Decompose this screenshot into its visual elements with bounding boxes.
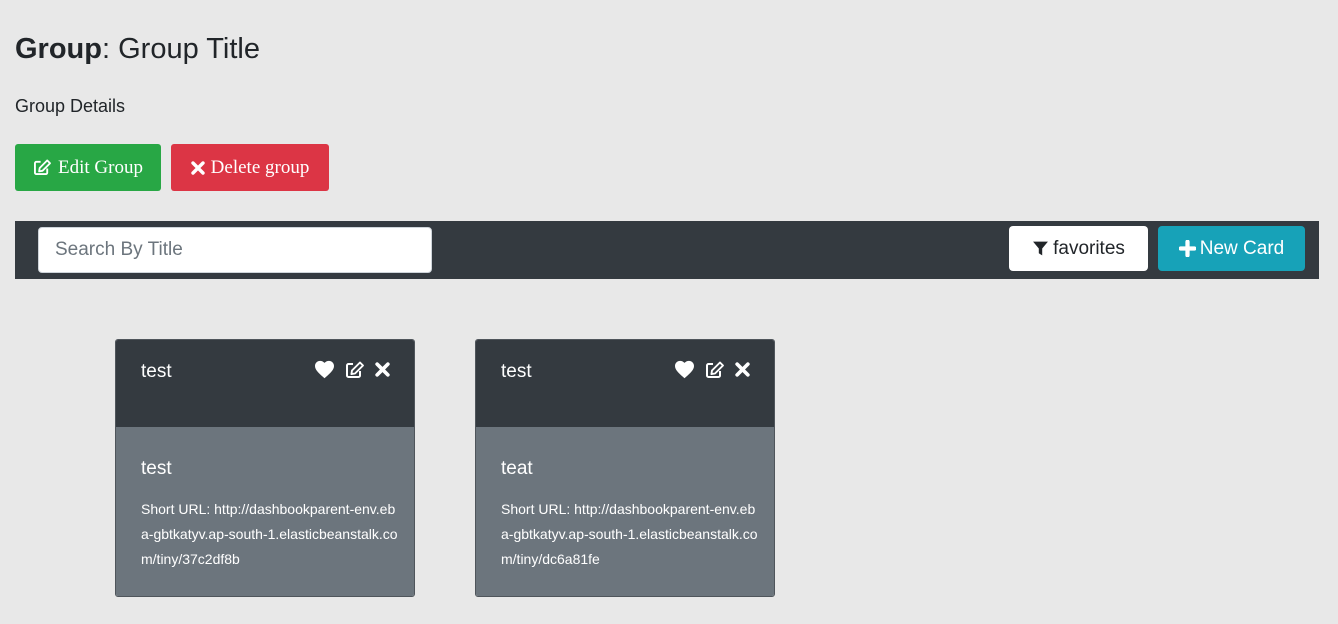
- favorites-label: favorites: [1053, 237, 1125, 259]
- card-title: teat: [501, 458, 533, 479]
- card: test: [115, 339, 415, 597]
- card-actions: [674, 360, 750, 379]
- search-input[interactable]: [38, 227, 432, 273]
- heart-icon[interactable]: [674, 360, 695, 379]
- delete-group-label: Delete group: [210, 156, 310, 178]
- edit-group-label: Edit Group: [58, 156, 143, 178]
- favorites-filter-button[interactable]: favorites: [1009, 226, 1148, 271]
- card-short-url: Short URL: http://dashbookparent-env.eba…: [501, 501, 758, 567]
- card-actions: [314, 360, 390, 379]
- card: test: [475, 339, 775, 597]
- heart-icon[interactable]: [314, 360, 335, 379]
- group-page: Group: Group Title Group Details Edit Gr…: [0, 0, 1338, 624]
- cards-toolbar: favorites New Card: [15, 221, 1319, 279]
- group-details: Group Details: [15, 96, 126, 116]
- edit-group-button[interactable]: Edit Group: [15, 144, 161, 191]
- times-icon: [190, 160, 205, 175]
- page-title-text: : Group Title: [102, 33, 260, 65]
- card-body: test Short URL: http://dashbookparent-en…: [116, 427, 414, 596]
- new-card-button[interactable]: New Card: [1158, 226, 1305, 271]
- card-header-title: test: [501, 361, 532, 382]
- delete-group-button[interactable]: Delete group: [171, 144, 329, 191]
- times-icon[interactable]: [375, 362, 390, 377]
- filter-icon: [1032, 240, 1049, 257]
- plus-icon: [1178, 240, 1196, 257]
- card-header: test: [476, 340, 774, 427]
- new-card-label: New Card: [1199, 237, 1285, 259]
- page-title: Group: Group Title: [15, 30, 260, 68]
- edit-icon[interactable]: [705, 361, 725, 379]
- times-icon[interactable]: [735, 362, 750, 377]
- card-title: test: [141, 458, 172, 479]
- card-body: teat Short URL: http://dashbookparent-en…: [476, 427, 774, 596]
- edit-icon: [33, 159, 52, 176]
- card-short-url: Short URL: http://dashbookparent-env.eba…: [141, 501, 398, 567]
- edit-icon[interactable]: [345, 361, 365, 379]
- card-header: test: [116, 340, 414, 427]
- page-title-keyword: Group: [15, 33, 102, 65]
- card-header-title: test: [141, 361, 172, 382]
